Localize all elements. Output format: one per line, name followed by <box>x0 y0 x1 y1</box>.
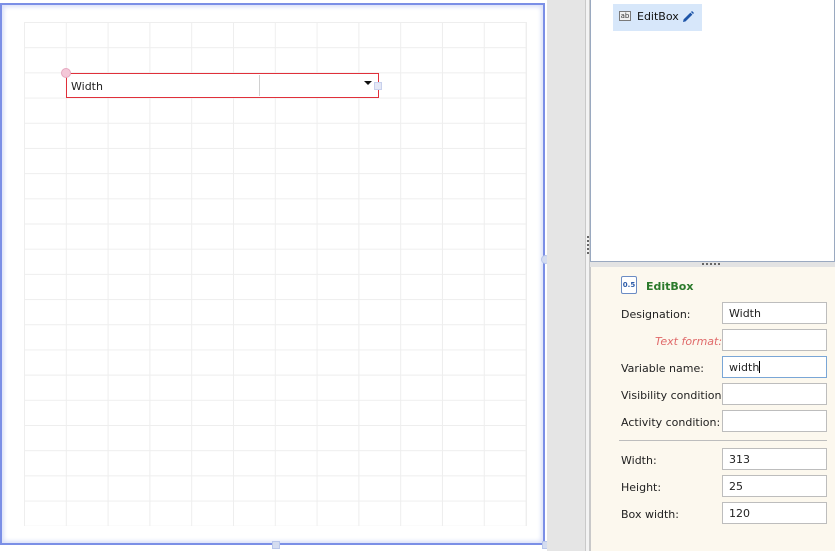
activity-condition-label: Activity condition: <box>621 416 721 429</box>
box-width-field[interactable]: 120 <box>722 502 827 524</box>
editbox-type-icon: 0.5 <box>621 276 637 294</box>
visibility-condition-label: Visibility condition: <box>621 389 726 402</box>
visibility-condition-field[interactable] <box>722 383 827 405</box>
widget-label: Width <box>71 80 103 93</box>
box-width-label: Box width: <box>621 508 679 521</box>
text-caret <box>759 361 761 373</box>
designation-label: Designation: <box>621 308 691 321</box>
variable-name-value: width <box>729 361 760 374</box>
height-field[interactable]: 25 <box>722 475 827 497</box>
element-tree-panel: ab EditBox <box>590 0 835 262</box>
canvas-resize-handle-bottom[interactable] <box>272 541 280 549</box>
height-label: Height: <box>621 481 662 494</box>
widget-resize-handle[interactable] <box>374 82 382 90</box>
tree-item-editbox[interactable]: ab EditBox <box>613 4 702 31</box>
width-label: Width: <box>621 454 657 467</box>
properties-divider <box>619 440 827 441</box>
text-format-label: Text format: <box>655 335 723 348</box>
workspace-gap <box>547 0 585 551</box>
dropdown-arrow-icon[interactable] <box>364 81 372 85</box>
variable-name-label: Variable name: <box>621 362 704 375</box>
tree-item-label: EditBox <box>637 10 679 23</box>
pencil-icon[interactable] <box>681 10 695 24</box>
text-format-field[interactable] <box>722 329 827 351</box>
designation-field[interactable]: Width <box>722 302 827 324</box>
width-field[interactable]: 313 <box>722 448 827 470</box>
widget-input-box[interactable] <box>259 75 377 96</box>
widget-move-handle[interactable] <box>61 68 71 78</box>
variable-name-field[interactable]: width <box>722 356 827 378</box>
activity-condition-field[interactable] <box>722 410 827 432</box>
selected-editbox-widget[interactable]: Width <box>66 73 379 98</box>
editbox-icon: ab <box>619 11 631 21</box>
properties-title: EditBox <box>646 280 694 293</box>
properties-panel: 0.5 EditBox Designation: Width Text form… <box>590 267 835 551</box>
